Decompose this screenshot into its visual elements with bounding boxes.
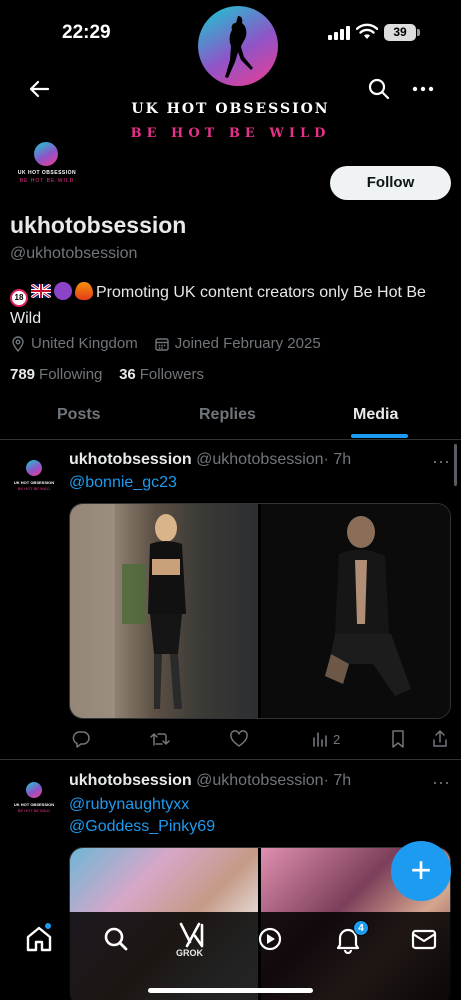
post-actions: 2 <box>69 729 451 751</box>
post-author-handle[interactable]: @ukhotobsession <box>196 772 323 789</box>
notifications-badge: 4 <box>353 920 369 936</box>
follow-button[interactable]: Follow <box>330 166 451 200</box>
post-more-icon[interactable]: ··· <box>432 452 452 470</box>
search-icon[interactable] <box>101 924 131 954</box>
active-tab-indicator <box>351 434 408 438</box>
following-count: 789 <box>10 366 36 383</box>
tab-replies[interactable]: Replies <box>199 406 256 424</box>
followers-count: 36 <box>119 366 136 383</box>
home-notification-dot <box>45 923 51 929</box>
post-avatar-title: UK HOT OBSESSION <box>13 480 55 485</box>
home-indicator[interactable] <box>148 988 313 993</box>
more-options-icon[interactable] <box>410 77 436 101</box>
followers-link[interactable]: 36 Followers <box>119 366 204 383</box>
compose-post-button[interactable]: + <box>391 841 451 901</box>
post-time: · 7h <box>323 772 352 789</box>
bookmark-icon[interactable] <box>389 729 407 749</box>
profile-meta: United Kingdom Joined February 2025 <box>10 335 337 352</box>
post-header: ukhotobsession @ukhotobsession· 7h <box>69 451 351 469</box>
bottom-navigation: GROK 4 <box>0 912 461 1000</box>
video-play-icon[interactable] <box>255 924 285 954</box>
post-mention[interactable]: @rubynaughtyxx <box>69 796 189 814</box>
media-photo-1[interactable] <box>70 504 258 718</box>
profile-bio: 18 Promoting UK content creators only Be … <box>10 281 450 330</box>
reply-icon[interactable] <box>71 729 91 749</box>
uk-flag-emoji-icon <box>31 284 51 298</box>
profile-banner: UK HOT OBSESSION BE HOT BE WILD <box>0 0 461 145</box>
calendar-icon <box>155 337 169 351</box>
avatar-logo <box>34 142 58 166</box>
banner-logo <box>198 6 278 86</box>
post-author-name[interactable]: ukhotobsession <box>69 772 192 789</box>
post-avatar[interactable]: UK HOT OBSESSION BE HOT BE WILD <box>12 460 56 500</box>
user-handle: @ukhotobsession <box>10 245 138 262</box>
post-avatar-title: UK HOT OBSESSION <box>13 802 55 807</box>
post-media[interactable] <box>69 503 451 719</box>
post-header: ukhotobsession @ukhotobsession· 7h <box>69 772 351 790</box>
join-date: Joined February 2025 <box>154 335 321 352</box>
following-link[interactable]: 789 Following <box>10 366 102 383</box>
bio-text: Promoting UK content creators only Be Ho… <box>10 284 426 327</box>
silhouette-icon <box>225 16 253 78</box>
followers-label: Followers <box>139 366 204 383</box>
join-date-text: Joined February 2025 <box>174 335 321 352</box>
post-avatar-subtitle: BE HOT BE WILD <box>17 486 51 491</box>
devil-emoji-icon <box>54 282 72 300</box>
back-arrow-icon[interactable] <box>26 77 52 101</box>
views-stat[interactable]: 2 <box>311 729 340 749</box>
avatar-logo-title: UK HOT OBSESSION <box>17 170 77 176</box>
post-time: · 7h <box>323 451 352 468</box>
views-count: 2 <box>333 731 341 747</box>
post-avatar-logo <box>26 460 42 476</box>
media-photo-2[interactable] <box>261 504 450 718</box>
post-author-handle[interactable]: @ukhotobsession <box>196 451 323 468</box>
following-label: Following <box>39 366 103 383</box>
location-text: United Kingdom <box>31 335 138 352</box>
profile-tabs: Posts Replies Media <box>0 395 461 440</box>
tab-media[interactable]: Media <box>353 406 398 424</box>
fire-emoji-icon <box>75 282 93 300</box>
post-avatar[interactable]: UK HOT OBSESSION BE HOT BE WILD <box>12 782 56 822</box>
photo-figure <box>70 504 186 718</box>
repost-icon[interactable] <box>149 729 171 749</box>
adult-18-emoji-icon: 18 <box>10 289 28 307</box>
analytics-icon <box>313 732 327 747</box>
post-avatar-subtitle: BE HOT BE WILD <box>17 808 51 813</box>
post-mention[interactable]: @bonnie_gc23 <box>69 474 177 492</box>
follow-counts: 789 Following 36 Followers <box>10 366 204 383</box>
profile-avatar[interactable]: UK HOT OBSESSION BE HOT BE WILD <box>10 140 84 190</box>
post-mention[interactable]: @Goddess_Pinky69 <box>69 818 215 836</box>
post-author-name[interactable]: ukhotobsession <box>69 451 192 468</box>
share-icon[interactable] <box>431 729 449 749</box>
location-pin-icon <box>12 335 24 352</box>
avatar-logo-subtitle: BE HOT BE WILD <box>19 178 75 184</box>
like-icon[interactable] <box>229 729 249 749</box>
search-icon[interactable] <box>367 77 391 101</box>
post[interactable]: UK HOT OBSESSION BE HOT BE WILD ukhotobs… <box>0 440 461 760</box>
display-name: ukhotobsession <box>10 212 187 238</box>
messages-mail-icon[interactable] <box>409 924 439 954</box>
grok-icon[interactable] <box>177 920 207 950</box>
post-avatar-logo <box>26 782 42 798</box>
tab-posts[interactable]: Posts <box>57 406 101 424</box>
post-more-icon[interactable]: ··· <box>432 773 452 791</box>
location: United Kingdom <box>10 335 138 352</box>
banner-subtitle: BE HOT BE WILD <box>130 126 331 141</box>
banner-title: UK HOT OBSESSION <box>131 101 330 117</box>
grok-label: GROK <box>176 948 203 958</box>
photo-figure <box>325 516 411 696</box>
